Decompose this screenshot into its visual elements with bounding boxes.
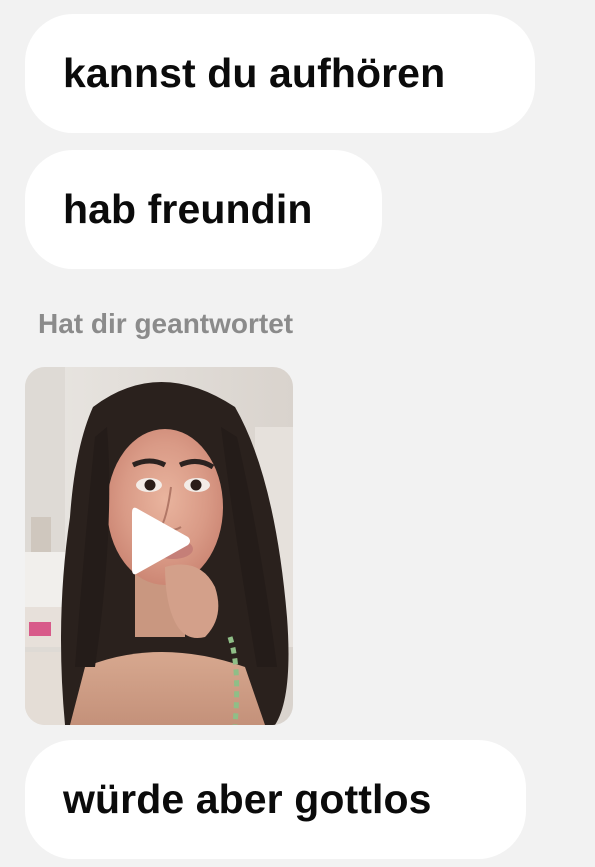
reply-label: Hat dir geantwortet [38, 308, 294, 339]
message-text: würde aber gottlos [63, 776, 432, 822]
message-bubble[interactable]: kannst du aufhören [25, 14, 535, 133]
message-bubble[interactable]: würde aber gottlos [25, 740, 526, 859]
message-text: hab freundin [63, 186, 313, 232]
play-icon[interactable] [130, 505, 192, 577]
message-bubble[interactable]: hab freundin [25, 150, 382, 269]
message-text: kannst du aufhören [63, 50, 446, 96]
